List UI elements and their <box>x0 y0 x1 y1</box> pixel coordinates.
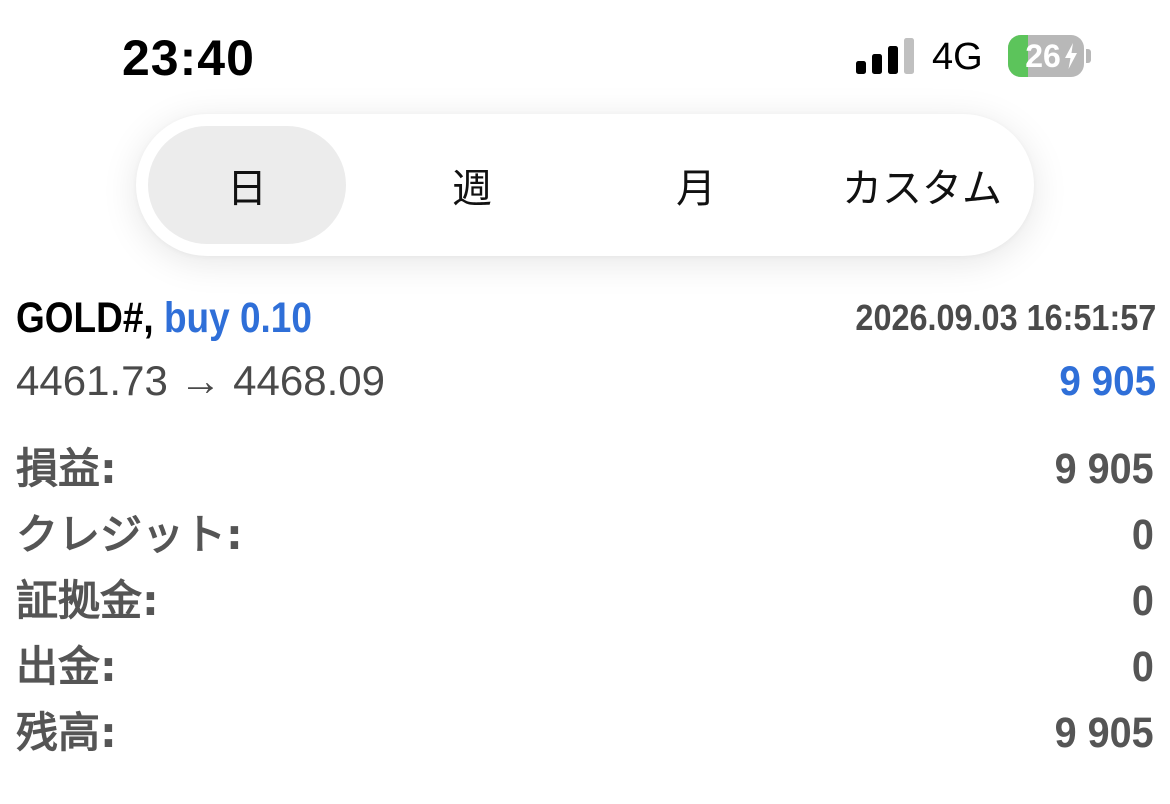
summary-label: 残高: <box>16 708 117 757</box>
summary-row-withdrawal: 出金: 0 <box>16 634 1154 700</box>
trade-profit: 9 905 <box>1059 357 1156 404</box>
summary-row-balance: 残高: 9 905 <box>16 700 1154 766</box>
summary-row-profit: 損益: 9 905 <box>16 436 1154 502</box>
tab-custom[interactable]: カスタム <box>822 126 1022 244</box>
summary-value: 0 <box>1131 643 1154 691</box>
trade-datetime: 2026.09.03 16:51:57 <box>855 297 1156 338</box>
tab-month[interactable]: 月 <box>598 126 794 244</box>
tab-day-label: 日 <box>227 166 267 212</box>
trade-price-row: 4461.73 → 4468.09 9 905 <box>16 352 1156 410</box>
tab-week[interactable]: 週 <box>374 126 570 244</box>
tab-week-label: 週 <box>452 166 492 212</box>
status-time: 23:40 <box>122 30 255 86</box>
tab-custom-label: カスタム <box>842 166 1002 212</box>
charging-bolt-icon <box>1065 43 1077 69</box>
trade-prices: 4461.73 → 4468.09 <box>16 357 385 404</box>
status-bar: 23:40 4G 26 <box>0 0 1170 110</box>
tab-month-label: 月 <box>676 166 716 212</box>
summary-value: 0 <box>1131 577 1154 625</box>
period-segmented-control: 日 週 月 カスタム <box>136 114 1034 256</box>
battery-cap <box>1086 49 1091 63</box>
summary-value: 9 905 <box>1054 445 1154 493</box>
trade-direction: buy 0.10 <box>163 294 312 342</box>
trade-symbol-name: GOLD#, <box>16 294 154 342</box>
trade-symbol: GOLD#, buy 0.10 <box>16 288 312 348</box>
summary-value: 0 <box>1131 511 1154 559</box>
tab-day[interactable]: 日 <box>148 126 346 244</box>
cellular-signal-icon <box>856 38 914 74</box>
summary-label: 出金: <box>16 642 117 691</box>
account-summary: 損益: 9 905 クレジット: 0 証拠金: 0 出金: 0 残高: 9 90… <box>16 436 1154 766</box>
summary-value: 9 905 <box>1054 709 1154 757</box>
summary-label: 証拠金: <box>16 576 159 625</box>
trade-entry-header[interactable]: GOLD#, buy 0.10 2026.09.03 16:51:57 <box>16 288 1156 348</box>
summary-label: クレジット: <box>16 510 243 559</box>
summary-label: 損益: <box>16 444 117 493</box>
battery-icon: 26 <box>1008 35 1084 77</box>
network-type: 4G <box>932 36 983 78</box>
summary-row-margin: 証拠金: 0 <box>16 568 1154 634</box>
summary-row-credit: クレジット: 0 <box>16 502 1154 568</box>
